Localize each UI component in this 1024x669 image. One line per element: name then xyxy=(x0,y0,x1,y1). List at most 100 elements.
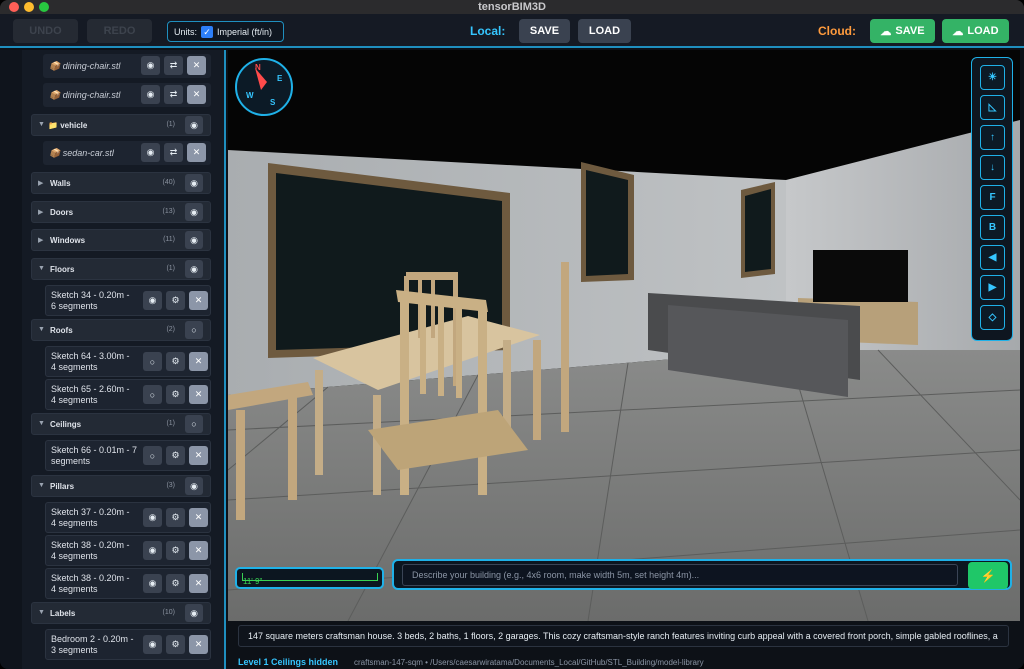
local-save-button[interactable]: SAVE xyxy=(519,19,570,43)
sketch-row[interactable]: Sketch 38 - 0.20m -4 segments ◉ ⚙ ✕ xyxy=(45,568,211,599)
collapse-icon[interactable]: ▼ xyxy=(38,482,45,489)
3d-viewport[interactable] xyxy=(228,50,1020,621)
collapse-icon[interactable]: ▼ xyxy=(38,609,45,616)
eye-icon[interactable]: ◉ xyxy=(143,574,162,593)
compass-widget[interactable]: N E S W xyxy=(235,58,293,116)
expand-icon[interactable]: ▶ xyxy=(38,179,43,187)
delete-icon[interactable]: ✕ xyxy=(189,446,208,465)
file-row[interactable]: 📦 sedan-car.stl ◉ ⇄ ✕ xyxy=(43,141,211,165)
sketch-row[interactable]: Sketch 37 - 0.20m -4 segments ◉ ⚙ ✕ xyxy=(45,502,211,533)
hidden-eye-icon[interactable]: ○ xyxy=(143,352,162,371)
sketch-row[interactable]: Bedroom 2 - 0.20m -3 segments ◉ ⚙ ✕ xyxy=(45,629,211,660)
view-back-button[interactable]: B xyxy=(980,215,1005,240)
view-bottom-icon[interactable]: ↓ xyxy=(980,155,1005,180)
undo-button[interactable]: UNDO xyxy=(13,19,78,43)
delete-icon[interactable]: ✕ xyxy=(187,56,206,75)
group-walls[interactable]: ▶ Walls (40) ◉ xyxy=(31,172,211,194)
settings-icon[interactable]: ⚙ xyxy=(166,446,185,465)
eye-icon[interactable]: ◉ xyxy=(141,56,160,75)
group-roofs[interactable]: ▼ Roofs (2) ○ xyxy=(31,319,211,341)
scale-bar xyxy=(242,573,378,581)
hidden-eye-icon[interactable]: ○ xyxy=(185,415,203,433)
swap-icon[interactable]: ⇄ xyxy=(164,85,183,104)
expand-icon[interactable]: ▶ xyxy=(38,208,43,216)
eye-icon[interactable]: ◉ xyxy=(143,508,162,527)
cloud-load-button[interactable]: ☁ LOAD xyxy=(942,19,1009,43)
collapse-icon[interactable]: ▼ xyxy=(38,326,45,333)
prompt-input[interactable]: Describe your building (e.g., 4x6 room, … xyxy=(402,564,958,586)
sketch-row[interactable]: Sketch 34 - 0.20m -6 segments ◉ ⚙ ✕ xyxy=(45,285,211,316)
lightning-icon[interactable]: ⚡ xyxy=(968,562,1008,589)
delete-icon[interactable]: ✕ xyxy=(189,574,208,593)
delete-icon[interactable]: ✕ xyxy=(189,291,208,310)
sketch-row[interactable]: Sketch 65 - 2.60m -4 segments ○ ⚙ ✕ xyxy=(45,379,211,410)
view-top-icon[interactable]: ↑ xyxy=(980,125,1005,150)
group-floors[interactable]: ▼ Floors (1) ◉ xyxy=(31,258,211,280)
group-doors[interactable]: ▶ Doors (13) ◉ xyxy=(31,201,211,223)
hidden-eye-icon[interactable]: ○ xyxy=(143,446,162,465)
settings-icon[interactable]: ⚙ xyxy=(166,352,185,371)
expand-icon[interactable]: ▶ xyxy=(38,236,43,244)
eye-icon[interactable]: ◉ xyxy=(185,116,203,134)
measure-icon[interactable]: ◺ xyxy=(980,95,1005,120)
delete-icon[interactable]: ✕ xyxy=(187,85,206,104)
collapse-icon[interactable]: ▼ xyxy=(38,121,45,128)
group-windows[interactable]: ▶ Windows (11) ◉ xyxy=(31,229,211,251)
eye-icon[interactable]: ◉ xyxy=(185,231,203,249)
group-vehicle[interactable]: ▼ 📁 vehicle (1) ◉ xyxy=(31,114,211,136)
level-status: Level 1 Ceilings hidden xyxy=(238,657,339,667)
delete-icon[interactable]: ✕ xyxy=(189,385,208,404)
group-pillars[interactable]: ▼ Pillars (3) ◉ xyxy=(31,475,211,497)
settings-icon[interactable]: ⚙ xyxy=(166,385,185,404)
file-row[interactable]: 📦 dining-chair.stl ◉ ⇄ ✕ xyxy=(43,54,211,78)
settings-icon[interactable]: ⚙ xyxy=(166,291,185,310)
eye-icon[interactable]: ◉ xyxy=(143,541,162,560)
sketch-name: Sketch 38 - 0.20m -4 segments xyxy=(51,573,130,594)
settings-icon[interactable]: ⚙ xyxy=(166,574,185,593)
eye-icon[interactable]: ◉ xyxy=(143,635,162,654)
eye-icon[interactable]: ◉ xyxy=(185,477,203,495)
delete-icon[interactable]: ✕ xyxy=(189,352,208,371)
delete-icon[interactable]: ✕ xyxy=(187,143,206,162)
eye-icon[interactable]: ◉ xyxy=(185,203,203,221)
swap-icon[interactable]: ⇄ xyxy=(164,143,183,162)
hidden-eye-icon[interactable]: ○ xyxy=(185,321,203,339)
sketch-row[interactable]: Sketch 64 - 3.00m -4 segments ○ ⚙ ✕ xyxy=(45,346,211,377)
view-front-button[interactable]: F xyxy=(980,185,1005,210)
settings-icon[interactable]: ⚙ xyxy=(166,541,185,560)
delete-icon[interactable]: ✕ xyxy=(189,508,208,527)
scene-render[interactable] xyxy=(228,50,1020,621)
settings-icon[interactable]: ⚙ xyxy=(166,635,185,654)
eye-icon[interactable]: ◉ xyxy=(185,174,203,192)
sketch-row[interactable]: Sketch 38 - 0.20m -4 segments ◉ ⚙ ✕ xyxy=(45,535,211,566)
cloud-save-button[interactable]: ☁ SAVE xyxy=(870,19,935,43)
eye-icon[interactable]: ◉ xyxy=(143,291,162,310)
units-selector[interactable]: Units: ✓ Imperial (ft/in) xyxy=(167,21,284,42)
redo-button[interactable]: REDO xyxy=(87,19,152,43)
eye-icon[interactable]: ◉ xyxy=(185,260,203,278)
checkmark-icon[interactable]: ✓ xyxy=(201,25,214,38)
layer-sidebar[interactable]: 📦 dining-chair.stl ◉ ⇄ ✕ 📦 dining-chair.… xyxy=(22,50,226,669)
collapse-icon[interactable]: ▼ xyxy=(38,420,45,427)
view-left-icon[interactable]: ◀ xyxy=(980,245,1005,270)
eye-icon[interactable]: ◉ xyxy=(185,604,203,622)
swap-icon[interactable]: ⇄ xyxy=(164,56,183,75)
collapse-icon[interactable]: ▼ xyxy=(38,265,45,272)
group-ceilings[interactable]: ▼ Ceilings (1) ○ xyxy=(31,413,211,435)
group-count: (3) xyxy=(166,482,175,489)
hidden-eye-icon[interactable]: ○ xyxy=(143,385,162,404)
file-row[interactable]: 📦 dining-chair.stl ◉ ⇄ ✕ xyxy=(43,83,211,107)
title-bar: tensorBIM3D xyxy=(0,0,1024,14)
view-iso-icon[interactable]: ◇ xyxy=(980,305,1005,330)
delete-icon[interactable]: ✕ xyxy=(189,541,208,560)
sketch-row[interactable]: Sketch 66 - 0.01m - 7 segments ○ ⚙ ✕ xyxy=(45,440,211,471)
view-right-icon[interactable]: ▶ xyxy=(980,275,1005,300)
settings-icon[interactable]: ⚙ xyxy=(166,508,185,527)
delete-icon[interactable]: ✕ xyxy=(189,635,208,654)
eye-icon[interactable]: ◉ xyxy=(141,143,160,162)
eye-icon[interactable]: ◉ xyxy=(141,85,160,104)
group-labels[interactable]: ▼ Labels (10) ◉ xyxy=(31,602,211,624)
group-count: (1) xyxy=(166,121,175,128)
light-mode-icon[interactable]: ☀ xyxy=(980,65,1005,90)
local-load-button[interactable]: LOAD xyxy=(578,19,631,43)
